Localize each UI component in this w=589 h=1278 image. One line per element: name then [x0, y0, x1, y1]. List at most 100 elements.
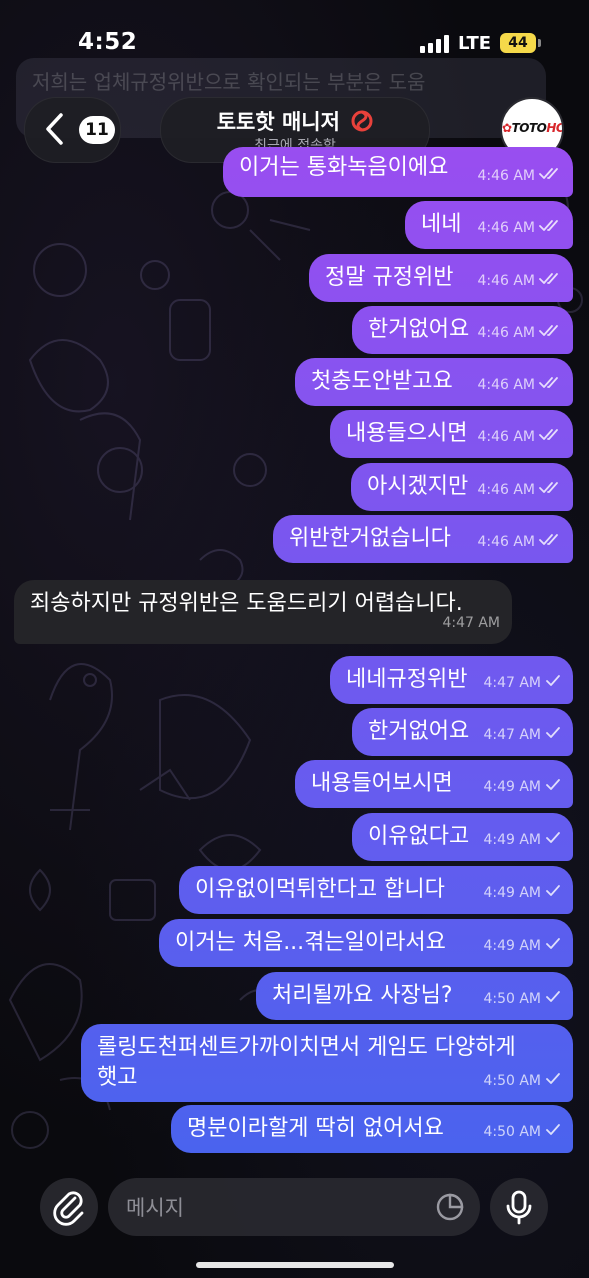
message-time: 4:46 AM — [477, 325, 535, 341]
double-check-icon — [539, 482, 558, 493]
outgoing-message-bubble[interactable]: 명분이라할게 딱히 없어서요 4:50 AM — [171, 1105, 573, 1153]
check-icon — [546, 885, 560, 896]
battery-tip — [538, 39, 541, 47]
message-text: 정말 규정위반 — [325, 265, 454, 290]
outgoing-message-bubble[interactable]: 이거는 통화녹음이에요 4:46 AM — [223, 147, 573, 197]
message-time: 4:49 AM — [483, 832, 541, 848]
message-meta: 4:46 AM — [477, 213, 561, 243]
outgoing-message-bubble[interactable]: 네네 4:46 AM — [405, 201, 573, 249]
red-swirl-icon — [351, 110, 373, 132]
message-time: 4:50 AM — [483, 1073, 541, 1089]
outgoing-message-bubble[interactable]: 내용들어보시면 4:49 AM — [295, 760, 573, 808]
message-meta: 4:49 AM — [483, 878, 561, 908]
logo-text-main: TOTO — [511, 121, 547, 135]
voice-message-button[interactable] — [490, 1178, 548, 1236]
message-text: 아시겠지만 — [367, 474, 469, 499]
check-icon — [546, 1124, 560, 1135]
status-bar: 4:52 LTE 44 — [0, 0, 589, 88]
outgoing-message-bubble[interactable]: 한거없어요 4:46 AM — [352, 306, 573, 354]
message-text: 죄송하지만 규정위반은 도움드리기 어렵습니다. — [30, 591, 463, 616]
chat-title: 토토핫 매니저 — [161, 106, 429, 136]
message-time: 4:46 AM — [477, 273, 535, 289]
message-text: 이유없다고 — [368, 824, 470, 849]
message-text: 이유없이먹튀한다고 합니다 — [195, 877, 445, 902]
message-meta: 4:46 AM — [477, 318, 561, 348]
message-time: 4:50 AM — [483, 1124, 541, 1140]
message-time: 4:46 AM — [477, 377, 535, 393]
outgoing-message-bubble[interactable]: 내용들으시면 4:46 AM — [330, 410, 573, 458]
status-time: 4:52 — [78, 29, 138, 55]
check-icon — [546, 1073, 560, 1084]
message-meta: 4:50 AM — [483, 1066, 561, 1096]
logo-mark-icon: ✿ — [502, 121, 512, 135]
chat-title-text: 토토핫 매니저 — [216, 110, 340, 134]
message-meta: 4:46 AM — [477, 370, 561, 400]
double-check-icon — [539, 534, 558, 545]
outgoing-message-bubble[interactable]: 처리될까요 사장님? 4:50 AM — [256, 972, 573, 1020]
unread-count-badge: 11 — [79, 116, 115, 144]
message-meta: 4:47 AM — [442, 608, 500, 638]
message-text: 내용들어보시면 — [311, 771, 453, 796]
check-icon — [546, 727, 560, 738]
message-text: 내용들으시면 — [346, 421, 468, 446]
message-meta: 4:49 AM — [483, 772, 561, 802]
message-meta: 4:46 AM — [477, 266, 561, 296]
message-time: 4:46 AM — [477, 482, 535, 498]
message-meta: 4:46 AM — [477, 161, 561, 191]
message-meta: 4:46 AM — [477, 527, 561, 557]
chevron-left-icon — [46, 113, 63, 145]
check-icon — [546, 938, 560, 949]
message-time: 4:49 AM — [483, 885, 541, 901]
message-meta: 4:50 AM — [483, 1117, 561, 1147]
outgoing-message-bubble[interactable]: 이유없이먹튀한다고 합니다 4:49 AM — [179, 866, 573, 914]
message-text-line: 롤링도천퍼센트가까이치면서 게임도 다양하게 — [97, 1035, 516, 1060]
message-meta: 4:50 AM — [483, 984, 561, 1014]
attach-button[interactable] — [40, 1178, 98, 1236]
message-time: 4:46 AM — [477, 168, 535, 184]
home-indicator — [196, 1262, 394, 1268]
check-icon — [546, 832, 560, 843]
message-meta: 4:49 AM — [483, 825, 561, 855]
message-text: 한거없어요 — [368, 317, 470, 342]
outgoing-message-bubble[interactable]: 첫충도안받고요 4:46 AM — [295, 358, 573, 406]
outgoing-message-bubble[interactable]: 한거없어요 4:47 AM — [352, 708, 573, 756]
paperclip-icon — [53, 1191, 84, 1226]
message-text: 네네 — [421, 212, 462, 237]
double-check-icon — [539, 273, 558, 284]
message-time: 4:49 AM — [483, 938, 541, 954]
outgoing-message-bubble[interactable]: 아시겠지만 4:46 AM — [351, 463, 573, 511]
message-time: 4:46 AM — [477, 220, 535, 236]
outgoing-message-bubble[interactable]: 롤링도천퍼센트가까이치면서 게임도 다양하게햇고 4:50 AM — [81, 1024, 573, 1102]
message-text: 위반한거없습니다 — [289, 526, 451, 551]
sticker-icon[interactable] — [436, 1193, 464, 1221]
message-meta: 4:46 AM — [477, 475, 561, 505]
message-text: 이거는 처음...겪는일이라서요 — [175, 930, 446, 955]
double-check-icon — [539, 377, 558, 388]
double-check-icon — [539, 429, 558, 440]
double-check-icon — [539, 325, 558, 336]
outgoing-message-bubble[interactable]: 이유없다고 4:49 AM — [352, 813, 573, 861]
logo-text-accent: HOT — [546, 121, 562, 135]
message-time: 4:50 AM — [483, 991, 541, 1007]
outgoing-message-bubble[interactable]: 위반한거없습니다 4:46 AM — [273, 515, 573, 563]
check-icon — [546, 779, 560, 790]
back-button[interactable]: 11 — [24, 97, 121, 163]
outgoing-message-bubble[interactable]: 네네규정위반 4:47 AM — [330, 656, 573, 704]
message-meta: 4:47 AM — [483, 720, 561, 750]
check-icon — [546, 991, 560, 1002]
message-time: 4:47 AM — [442, 615, 500, 631]
message-text-line: 햇고 — [97, 1065, 138, 1090]
check-icon — [546, 675, 560, 686]
message-time: 4:47 AM — [483, 727, 541, 743]
message-meta: 4:49 AM — [483, 931, 561, 961]
outgoing-message-bubble[interactable]: 정말 규정위반 4:46 AM — [309, 254, 573, 302]
incoming-message-bubble[interactable]: 죄송하지만 규정위반은 도움드리기 어렵습니다. 4:47 AM — [14, 580, 512, 644]
double-check-icon — [539, 168, 558, 179]
message-text: 명분이라할게 딱히 없어서요 — [187, 1116, 444, 1141]
outgoing-message-bubble[interactable]: 이거는 처음...겪는일이라서요 4:49 AM — [159, 919, 573, 967]
message-input[interactable]: 메시지 — [108, 1178, 480, 1236]
message-input-placeholder: 메시지 — [126, 1196, 184, 1220]
message-text: 처리될까요 사장님? — [272, 983, 453, 1008]
microphone-icon — [506, 1190, 532, 1225]
double-check-icon — [539, 220, 558, 231]
